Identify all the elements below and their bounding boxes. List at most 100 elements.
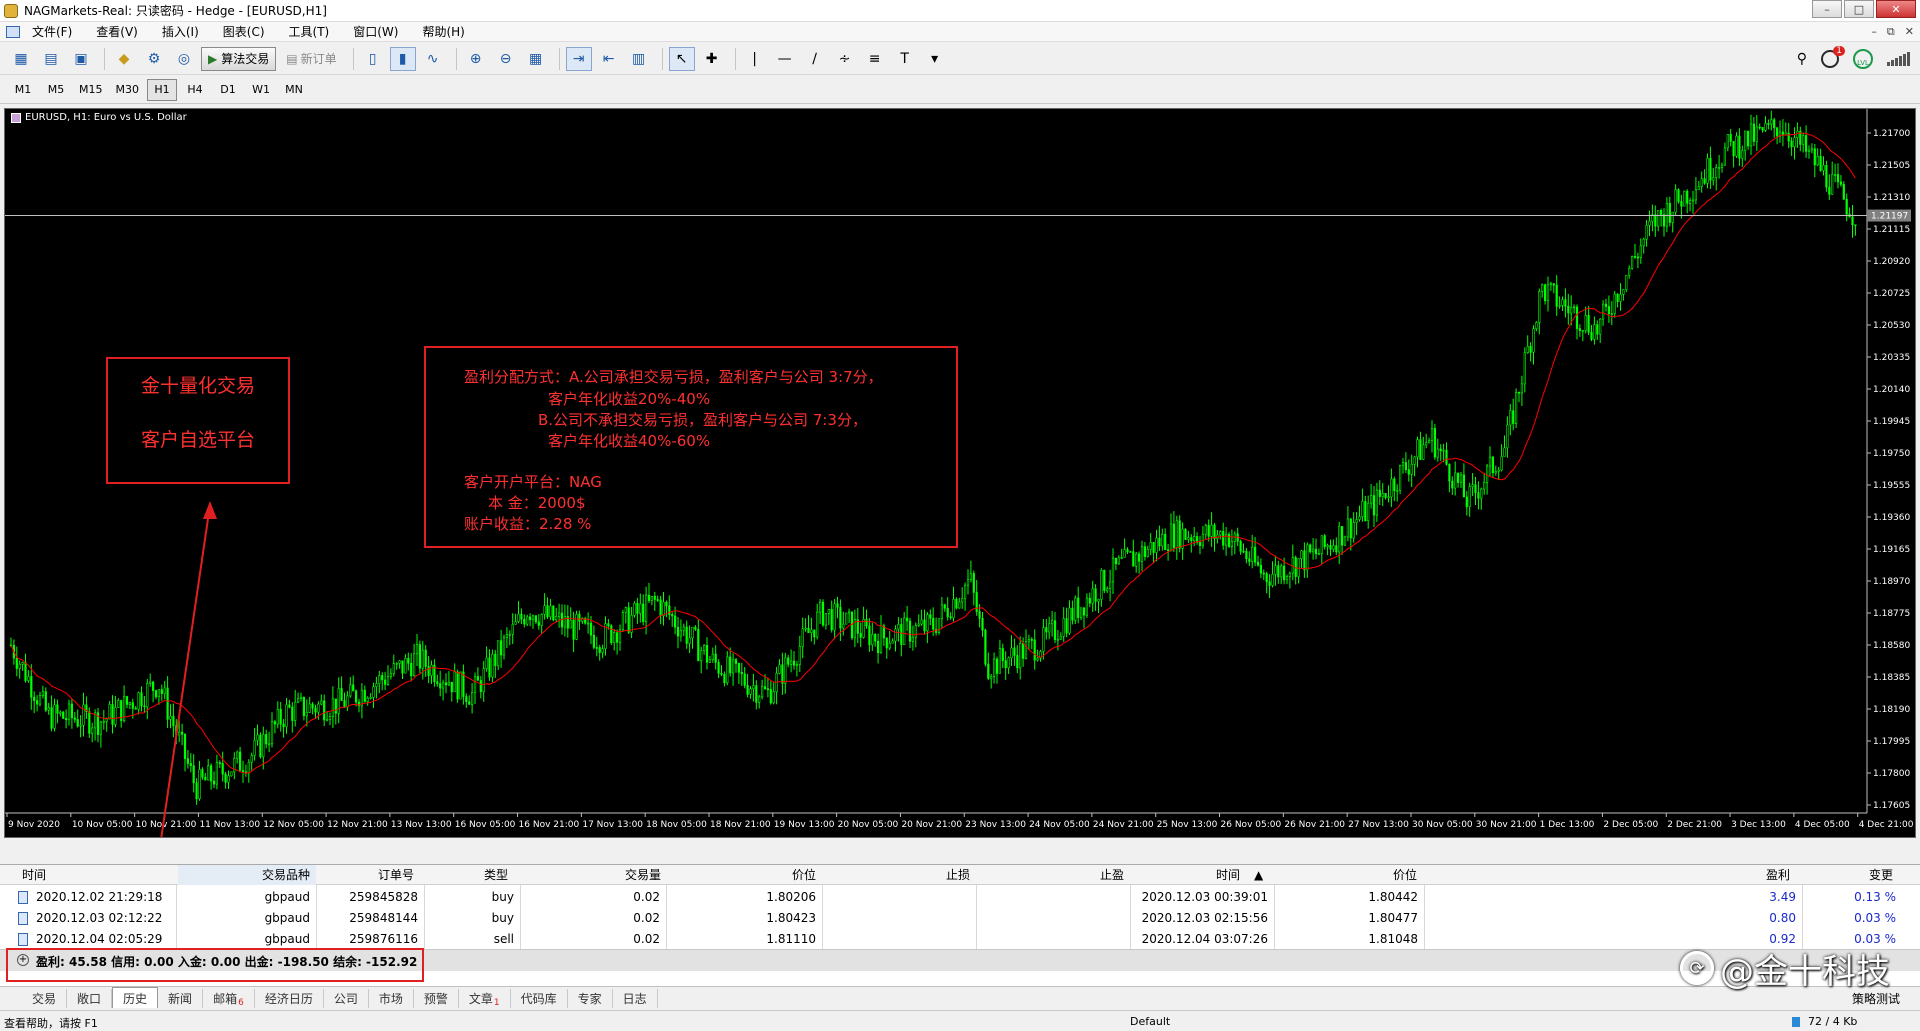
candle-body xyxy=(1755,126,1758,142)
mdi-restore-icon[interactable]: ⧉ xyxy=(1887,25,1895,39)
col-order[interactable]: 订单号 xyxy=(378,865,414,885)
candlestick-icon[interactable]: ▮ xyxy=(389,46,416,71)
menu-help[interactable]: 帮助(H) xyxy=(422,23,464,40)
timeframe-mn[interactable]: MN xyxy=(279,79,309,101)
notifications-icon[interactable]: 1 xyxy=(1821,45,1845,68)
new-order-button[interactable]: ▤ 新订单 xyxy=(282,47,340,71)
navigator-icon[interactable]: ◆ xyxy=(111,47,137,71)
minimize-button[interactable]: – xyxy=(1812,0,1842,18)
market-watch-icon[interactable]: ▣ xyxy=(68,47,94,71)
trendline-icon[interactable]: ∕ xyxy=(802,47,828,71)
price-chart[interactable]: 1.21700 1.21505 1.21310 1.21115 1.20920 1.207… xyxy=(4,108,1916,838)
menu-chart[interactable]: 图表(C) xyxy=(223,23,265,40)
col-price[interactable]: 价位 xyxy=(792,865,816,885)
menu-window[interactable]: 窗口(W) xyxy=(353,23,398,40)
tab-journal[interactable]: 日志 xyxy=(613,989,658,1008)
algo-trading-button[interactable]: ▶ 算法交易 xyxy=(201,46,277,71)
candle-body xyxy=(1259,564,1262,574)
col-tp[interactable]: 止盈 xyxy=(1100,865,1124,885)
bar-chart-icon[interactable]: ▯ xyxy=(360,47,386,71)
col-change[interactable]: 变更 xyxy=(1869,865,1893,885)
data-window-icon[interactable]: ⚙ xyxy=(141,47,167,71)
menu-tools[interactable]: 工具(T) xyxy=(289,23,330,40)
timeframe-h4[interactable]: H4 xyxy=(180,79,210,101)
zoom-out-icon[interactable]: ⊖ xyxy=(493,47,519,71)
timeframe-d1[interactable]: D1 xyxy=(213,79,243,101)
col-sl[interactable]: 止损 xyxy=(946,865,970,885)
candle-body xyxy=(35,700,39,705)
search-icon[interactable]: ⚲ xyxy=(1797,51,1807,67)
close-button[interactable]: ✕ xyxy=(1876,0,1916,18)
lvl-icon[interactable]: LVL xyxy=(1853,48,1873,69)
col-profit[interactable]: 盈利 xyxy=(1766,865,1790,885)
menu-file[interactable]: 文件(F) xyxy=(32,23,72,40)
history-row[interactable]: 2020.12.04 02:05:29 gbpaud 259876116 sel… xyxy=(0,929,1920,950)
menu-insert[interactable]: 插入(I) xyxy=(162,23,199,40)
candle-body xyxy=(926,614,929,632)
tab-alerts[interactable]: 预警 xyxy=(414,989,459,1008)
chart-window-icon[interactable] xyxy=(6,25,20,38)
col-close-time[interactable]: 时间 xyxy=(1216,865,1240,885)
chart-canvas[interactable]: 1.21700 1.21505 1.21310 1.21115 1.20920 1.207… xyxy=(5,109,1916,838)
maximize-button[interactable]: □ xyxy=(1844,0,1874,18)
new-chart-icon[interactable]: ▦ xyxy=(8,47,34,71)
candle-body xyxy=(639,603,642,614)
tab-exposure[interactable]: 敞口 xyxy=(67,989,113,1008)
menu-bar: 文件(F) 查看(V) 插入(I) 图表(C) 工具(T) 窗口(W) 帮助(H… xyxy=(0,22,1920,42)
fibonacci-icon[interactable]: ≡ xyxy=(862,47,888,71)
col-type[interactable]: 类型 xyxy=(484,865,508,885)
history-row[interactable]: 2020.12.02 21:29:18 gbpaud 259845828 buy… xyxy=(0,887,1920,908)
col-volume[interactable]: 交易量 xyxy=(625,865,661,885)
tile-windows-icon[interactable]: ▦ xyxy=(523,47,549,71)
profiles-icon[interactable]: ▤ xyxy=(38,47,64,71)
autoscroll-icon[interactable]: ⇥ xyxy=(565,46,592,71)
zoom-in-icon[interactable]: ⊕ xyxy=(463,47,489,71)
candle-body xyxy=(520,613,523,620)
candle-body xyxy=(1436,448,1439,458)
col-symbol[interactable]: 交易品种 xyxy=(178,865,316,885)
tab-mailbox[interactable]: 邮箱 6 xyxy=(203,989,255,1008)
col-time[interactable]: 时间 xyxy=(22,865,46,885)
timeframe-m1[interactable]: M1 xyxy=(8,79,38,101)
mdi-close-icon[interactable]: ✕ xyxy=(1905,25,1914,39)
signals-icon[interactable]: ◎ xyxy=(171,47,197,71)
strategy-tester-button[interactable]: 策略测试 xyxy=(1852,990,1900,1007)
channel-icon[interactable]: ∻ xyxy=(832,47,858,71)
chart-shift-icon[interactable]: ⇤ xyxy=(596,47,622,71)
tab-experts[interactable]: 专家 xyxy=(568,989,613,1008)
tab-trade[interactable]: 交易 xyxy=(22,989,68,1008)
text-icon[interactable]: T xyxy=(892,47,918,71)
indicators-icon[interactable]: ▥ xyxy=(626,47,652,71)
tab-history[interactable]: 历史 xyxy=(112,987,159,1008)
deal-icon xyxy=(18,933,28,946)
shapes-icon[interactable]: ▾ xyxy=(922,47,948,71)
mdi-minimize-icon[interactable]: – xyxy=(1871,25,1877,39)
line-chart-icon[interactable]: ∿ xyxy=(420,47,446,71)
candle-body xyxy=(546,605,549,618)
timeframe-w1[interactable]: W1 xyxy=(246,79,276,101)
timeframe-h1[interactable]: H1 xyxy=(147,78,177,101)
candle-body xyxy=(24,662,27,681)
history-row[interactable]: 2020.12.03 02:12:22 gbpaud 259848144 buy… xyxy=(0,908,1920,929)
candle-body xyxy=(752,685,755,690)
timeframe-toolbar: M1 M5 M15 M30 H1 H4 D1 W1 MN xyxy=(0,76,1920,104)
tab-articles[interactable]: 文章 1 xyxy=(459,989,511,1008)
menu-view[interactable]: 查看(V) xyxy=(96,23,138,40)
tab-calendar[interactable]: 经济日历 xyxy=(255,989,324,1008)
candle-body xyxy=(1526,345,1529,354)
timeframe-m5[interactable]: M5 xyxy=(41,79,71,101)
timeframe-m30[interactable]: M30 xyxy=(111,79,145,101)
cell-close-price: 1.81048 xyxy=(1368,932,1418,946)
vertical-line-icon[interactable]: | xyxy=(742,47,768,71)
candle-body xyxy=(47,707,50,711)
crosshair-icon[interactable]: ✚ xyxy=(699,47,725,71)
cursor-icon[interactable]: ↖ xyxy=(668,46,695,71)
timeframe-m15[interactable]: M15 xyxy=(74,79,108,101)
col-close-price[interactable]: 价位 xyxy=(1393,865,1417,885)
horizontal-line-icon[interactable]: — xyxy=(772,47,798,71)
tab-company[interactable]: 公司 xyxy=(324,989,369,1008)
candle-body xyxy=(1111,557,1115,583)
tab-codebase[interactable]: 代码库 xyxy=(511,989,568,1008)
tab-news[interactable]: 新闻 xyxy=(158,989,204,1008)
tab-market[interactable]: 市场 xyxy=(369,989,414,1008)
